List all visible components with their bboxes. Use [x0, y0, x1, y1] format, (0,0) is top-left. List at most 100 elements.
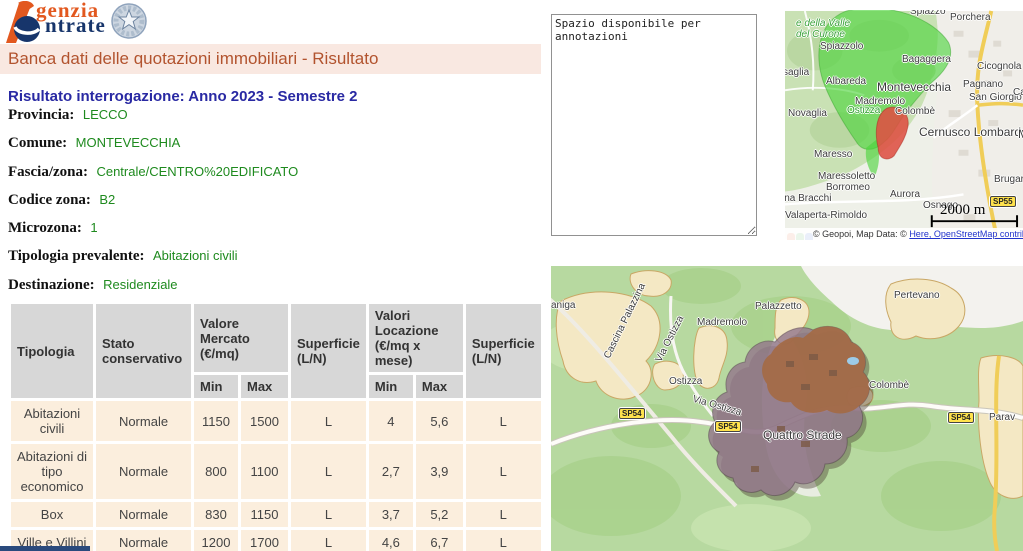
cell-min-mercato: 800 — [194, 444, 238, 499]
map-label-park-1: e della Valle — [796, 18, 850, 29]
cell-max-mercato: 1700 — [241, 530, 288, 551]
field-label: Microzona: — [8, 220, 82, 236]
road-badge-sp54-3: SP54 — [948, 412, 974, 423]
map-label-spiazzo: Spiazzo — [910, 10, 946, 17]
italy-emblem-icon — [110, 1, 148, 41]
field-tipologia-prevalente: Tipologia prevalente: Abitazioni civili — [8, 247, 538, 275]
col-tipologia: Tipologia — [11, 304, 93, 398]
map-label-palazzetto: Palazzetto — [755, 301, 802, 312]
field-value: Centrale/CENTRO%20EDIFICATO — [96, 164, 298, 179]
field-label: Fascia/zona: — [8, 164, 88, 180]
map-label-maressoletto: Maressoletto — [818, 171, 875, 182]
road-badge-sp54-2: SP54 — [715, 421, 741, 432]
map-label-spiazzolo: Spiazzolo — [820, 41, 863, 52]
cell-stato: Normale — [96, 530, 191, 551]
field-value: B2 — [99, 192, 115, 207]
cell-stato: Normale — [96, 502, 191, 527]
page-title-band: Banca dati delle quotazioni immobiliari … — [0, 44, 541, 74]
field-destinazione: Destinazione: Residenziale — [8, 276, 538, 304]
road-badge-sp55: SP55 — [990, 196, 1016, 207]
field-value: 1 — [90, 220, 97, 235]
field-provincia: Provincia: LECCO — [8, 106, 538, 134]
cell-max-mercato: 1100 — [241, 444, 288, 499]
col-min-locazione: Min — [369, 375, 413, 398]
map-label-madremolo-2: Madremolo — [697, 317, 747, 328]
cell-max-locazione: 6,7 — [416, 530, 463, 551]
footer-bar — [0, 546, 90, 551]
logo-line2: ntrate — [45, 16, 106, 34]
attribution-text: © Geopoi, Map Data: © — [813, 229, 909, 239]
map-label-borromeo: Borromeo — [826, 182, 870, 193]
map-label-novaglia: Novaglia — [788, 108, 827, 119]
map-label-bagaggera: Bagaggera — [902, 54, 951, 65]
field-value: Abitazioni civili — [153, 248, 238, 263]
table-row: Box Normale 830 1150 L 3,7 5,2 L — [11, 502, 541, 527]
cell-min-locazione: 4 — [369, 401, 413, 441]
map-label-albareda: Albareda — [826, 76, 866, 87]
map-label-cernusco: Cernusco Lombardo — [919, 125, 1023, 139]
cell-superficie-1: L — [291, 401, 366, 441]
map-label-colombe-2: Colombè — [869, 380, 909, 391]
cell-tipologia: Abitazioni civili — [11, 401, 93, 441]
map-label-cicognola: Cicognola — [977, 61, 1021, 72]
map-label-pertevano: Pertevano — [894, 290, 940, 301]
cell-min-locazione: 2,7 — [369, 444, 413, 499]
cell-max-mercato: 1500 — [241, 401, 288, 441]
map-label-aurora: Aurora — [890, 189, 920, 200]
cell-min-locazione: 4,6 — [369, 530, 413, 551]
cell-superficie-2: L — [466, 444, 541, 499]
map-label-park-2: del Curone — [796, 29, 845, 40]
map-label-saglia: saglia — [785, 67, 809, 78]
result-title: Risultato interrogazione: Anno 2023 - Se… — [8, 88, 358, 105]
table-row: Abitazioni civili Normale 1150 1500 L 4 … — [11, 401, 541, 441]
map-label-montevecchia: Montevecchia — [877, 80, 951, 94]
cell-tipologia: Box — [11, 502, 93, 527]
col-superficie-2: Superficie (L/N) — [466, 304, 541, 398]
field-label: Destinazione: — [8, 277, 95, 293]
cell-min-mercato: 830 — [194, 502, 238, 527]
map-label-quattro-strade: Quattro Strade — [763, 428, 842, 442]
map-label-porchera: Porchera — [950, 12, 991, 23]
map-label-pagnano: Pagnano — [963, 79, 1003, 90]
map-label-bracchi: ina Bracchi — [785, 193, 831, 204]
map-label-maresso: Maresso — [814, 149, 852, 160]
cell-superficie-1: L — [291, 530, 366, 551]
field-label: Comune: — [8, 135, 67, 151]
cell-tipologia: Abitazioni di tipo economico — [11, 444, 93, 499]
table-header-row: Tipologia Stato conservativo Valore Merc… — [11, 304, 541, 372]
col-superficie-1: Superficie (L/N) — [291, 304, 366, 398]
field-codice-zona: Codice zona: B2 — [8, 191, 538, 219]
field-value: MONTEVECCHIA — [76, 135, 181, 150]
col-min-mercato: Min — [194, 375, 238, 398]
cell-superficie-1: L — [291, 502, 366, 527]
attribution-link[interactable]: Here, OpenStreetMap contributors — [909, 229, 1023, 239]
map-attribution: © Geopoi, Map Data: © Here, OpenStreetMa… — [785, 228, 1023, 240]
map-label-brugar: Brugar — [994, 174, 1023, 185]
cell-superficie-2: L — [466, 530, 541, 551]
cell-min-locazione: 3,7 — [369, 502, 413, 527]
col-max-locazione: Max — [416, 375, 463, 398]
col-stato-conservativo: Stato conservativo — [96, 304, 191, 398]
field-label: Provincia: — [8, 107, 74, 123]
quotations-table: Tipologia Stato conservativo Valore Merc… — [8, 301, 544, 551]
logo-wordmark: genzia ntrate — [36, 1, 106, 34]
map-scale-label: 2000 m — [940, 202, 985, 219]
cell-min-mercato: 1200 — [194, 530, 238, 551]
map-label-parav: Parav — [989, 412, 1015, 423]
field-comune: Comune: MONTEVECCHIA — [8, 134, 538, 162]
page-root: genzia ntrate Banca dati delle quotazion… — [0, 0, 1023, 551]
cell-stato: Normale — [96, 444, 191, 499]
col-valori-locazione: Valori Locazione (€/mq x mese) — [369, 304, 463, 372]
cell-min-mercato: 1150 — [194, 401, 238, 441]
field-microzona: Microzona: 1 — [8, 219, 538, 247]
table-row: Ville e Villini Normale 1200 1700 L 4,6 … — [11, 530, 541, 551]
result-fields: Provincia: LECCO Comune: MONTEVECCHIA Fa… — [8, 106, 538, 304]
cell-stato: Normale — [96, 401, 191, 441]
col-max-mercato: Max — [241, 375, 288, 398]
col-valore-mercato: Valore Mercato (€/mq) — [194, 304, 288, 372]
annotations-textarea[interactable]: Spazio disponibile per annotazioni — [551, 14, 757, 236]
zone-detail-map[interactable]: aniga Cascina Palazzina Via Ostizza Madr… — [551, 266, 1023, 551]
map-label-aniga: aniga — [551, 300, 575, 311]
overview-map[interactable]: Spiazzo Porchera e della Valle del Curon… — [785, 10, 1023, 240]
cell-superficie-1: L — [291, 444, 366, 499]
